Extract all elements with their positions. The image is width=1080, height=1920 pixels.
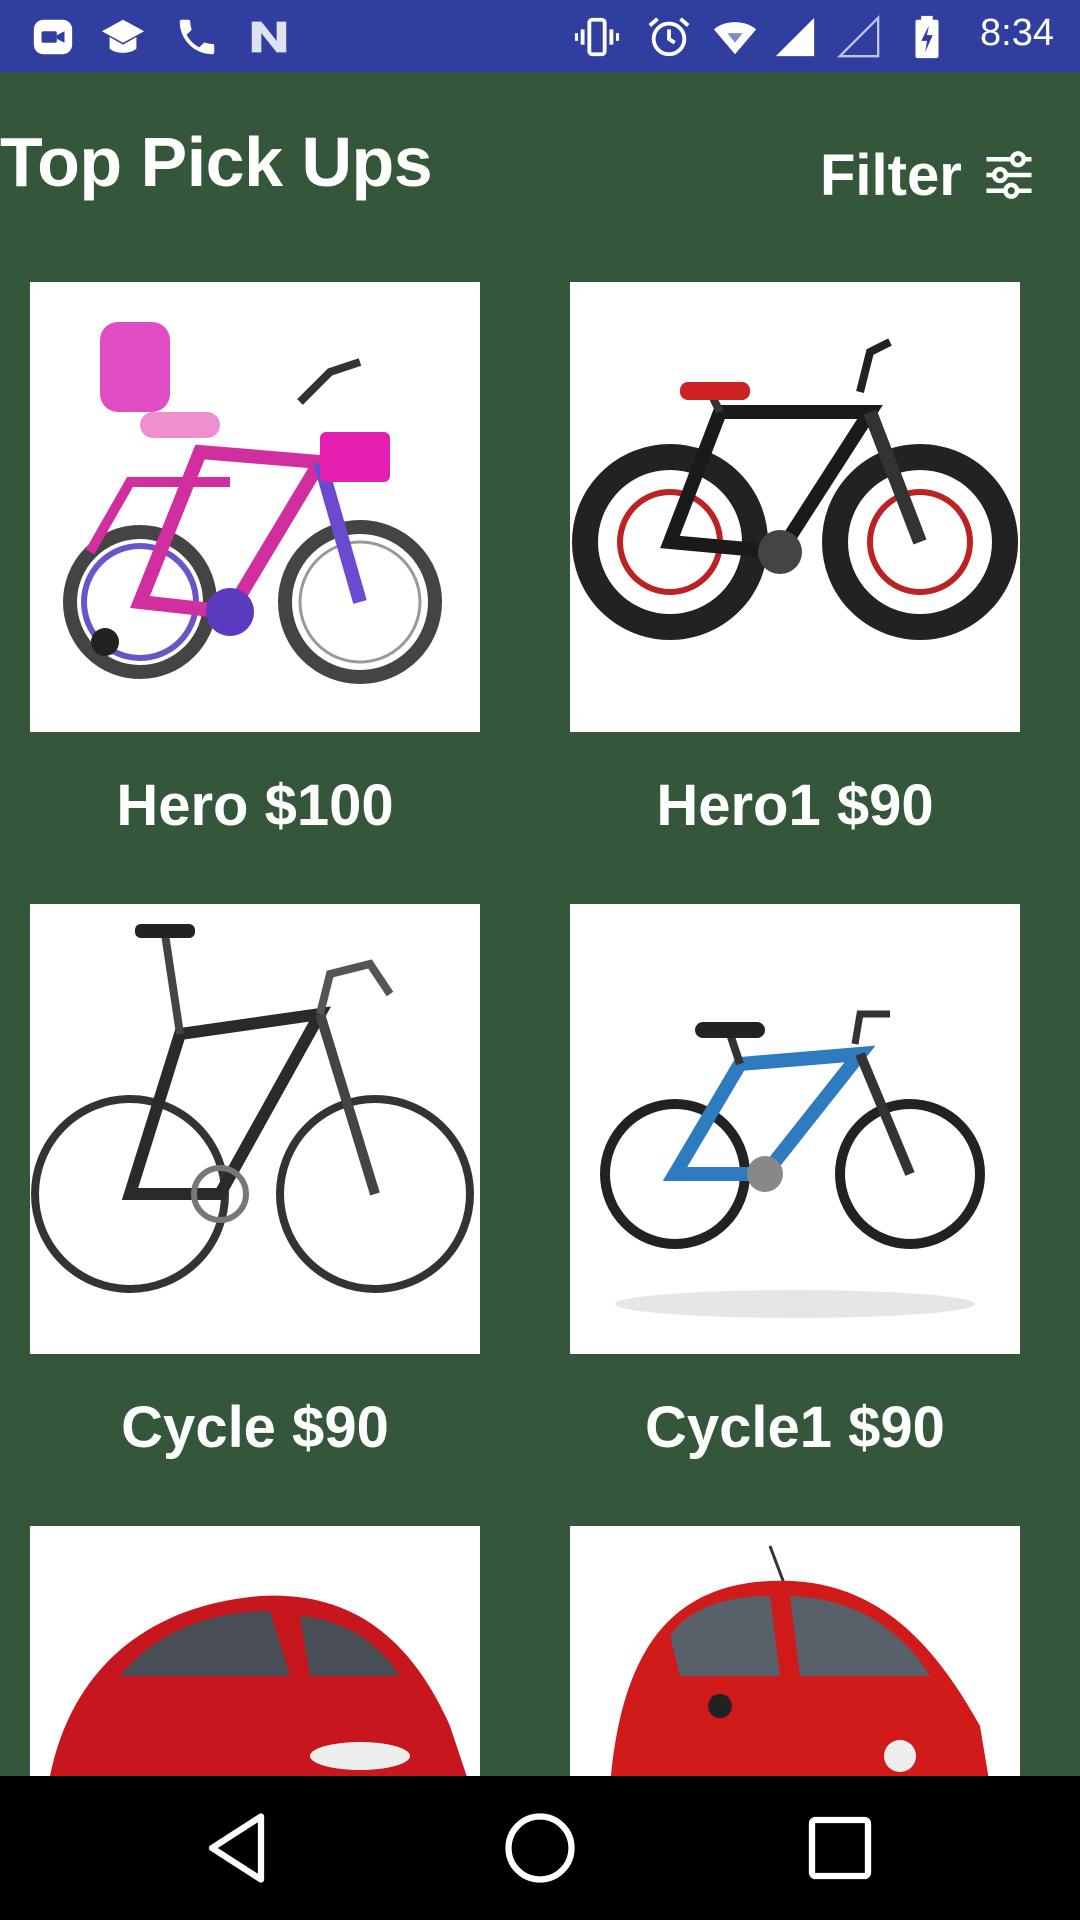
product-card-hero[interactable]: Hero $100 [30,282,480,839]
car-icon [50,1595,467,1776]
product-card-cycle1[interactable]: Cycle1 $90 [570,904,1020,1461]
car-icon [610,1545,989,1776]
product-image-mountain-bicycle [570,282,1020,732]
n-logo-icon [251,21,287,53]
product-label: Cycle1 $90 [645,1395,945,1460]
video-call-icon [33,19,73,55]
filter-label: Filter [820,142,962,208]
product-image-blue-bicycle [570,904,1020,1354]
product-card-car-sedan[interactable] [30,1526,480,1776]
app-content: Top Pick Ups Filter Hero $100 Hero1 $90 … [0,72,1080,1776]
product-card-cycle[interactable]: Cycle $90 [30,904,480,1461]
back-icon[interactable] [198,1806,282,1890]
product-image-red-sedan [30,1526,480,1776]
bicycle-icon [63,322,442,684]
signal-empty-icon [837,15,880,58]
wifi-icon [713,22,757,55]
bicycle-icon [31,924,474,1293]
navigation-bar [0,1776,1080,1920]
filter-button[interactable]: Filter [820,130,1040,220]
phone-icon [179,19,215,55]
product-card-car-hatchback[interactable] [570,1526,1020,1776]
product-image-kids-bicycle [30,282,480,732]
bicycle-icon [572,338,1018,640]
product-card-hero1[interactable]: Hero1 $90 [570,282,1020,839]
vibrate-icon [574,17,620,57]
tune-sliders-icon [986,151,1032,199]
product-label: Hero1 $90 [656,773,934,838]
battery-charging-icon [915,15,939,59]
recents-icon[interactable] [798,1806,882,1890]
status-bar: 8:34 [0,0,1080,72]
product-label: Cycle $90 [121,1395,389,1460]
signal-icon [775,17,815,57]
product-image-red-hatchback [570,1526,1020,1776]
page-title: Top Pick Ups [0,123,433,201]
product-image-road-bicycle [30,904,480,1354]
product-label: Hero $100 [116,773,394,838]
bicycle-icon [600,1010,985,1318]
home-icon[interactable] [498,1806,582,1890]
school-icon [101,19,145,53]
status-time: 8:34 [980,12,1054,54]
alarm-icon [648,17,690,57]
